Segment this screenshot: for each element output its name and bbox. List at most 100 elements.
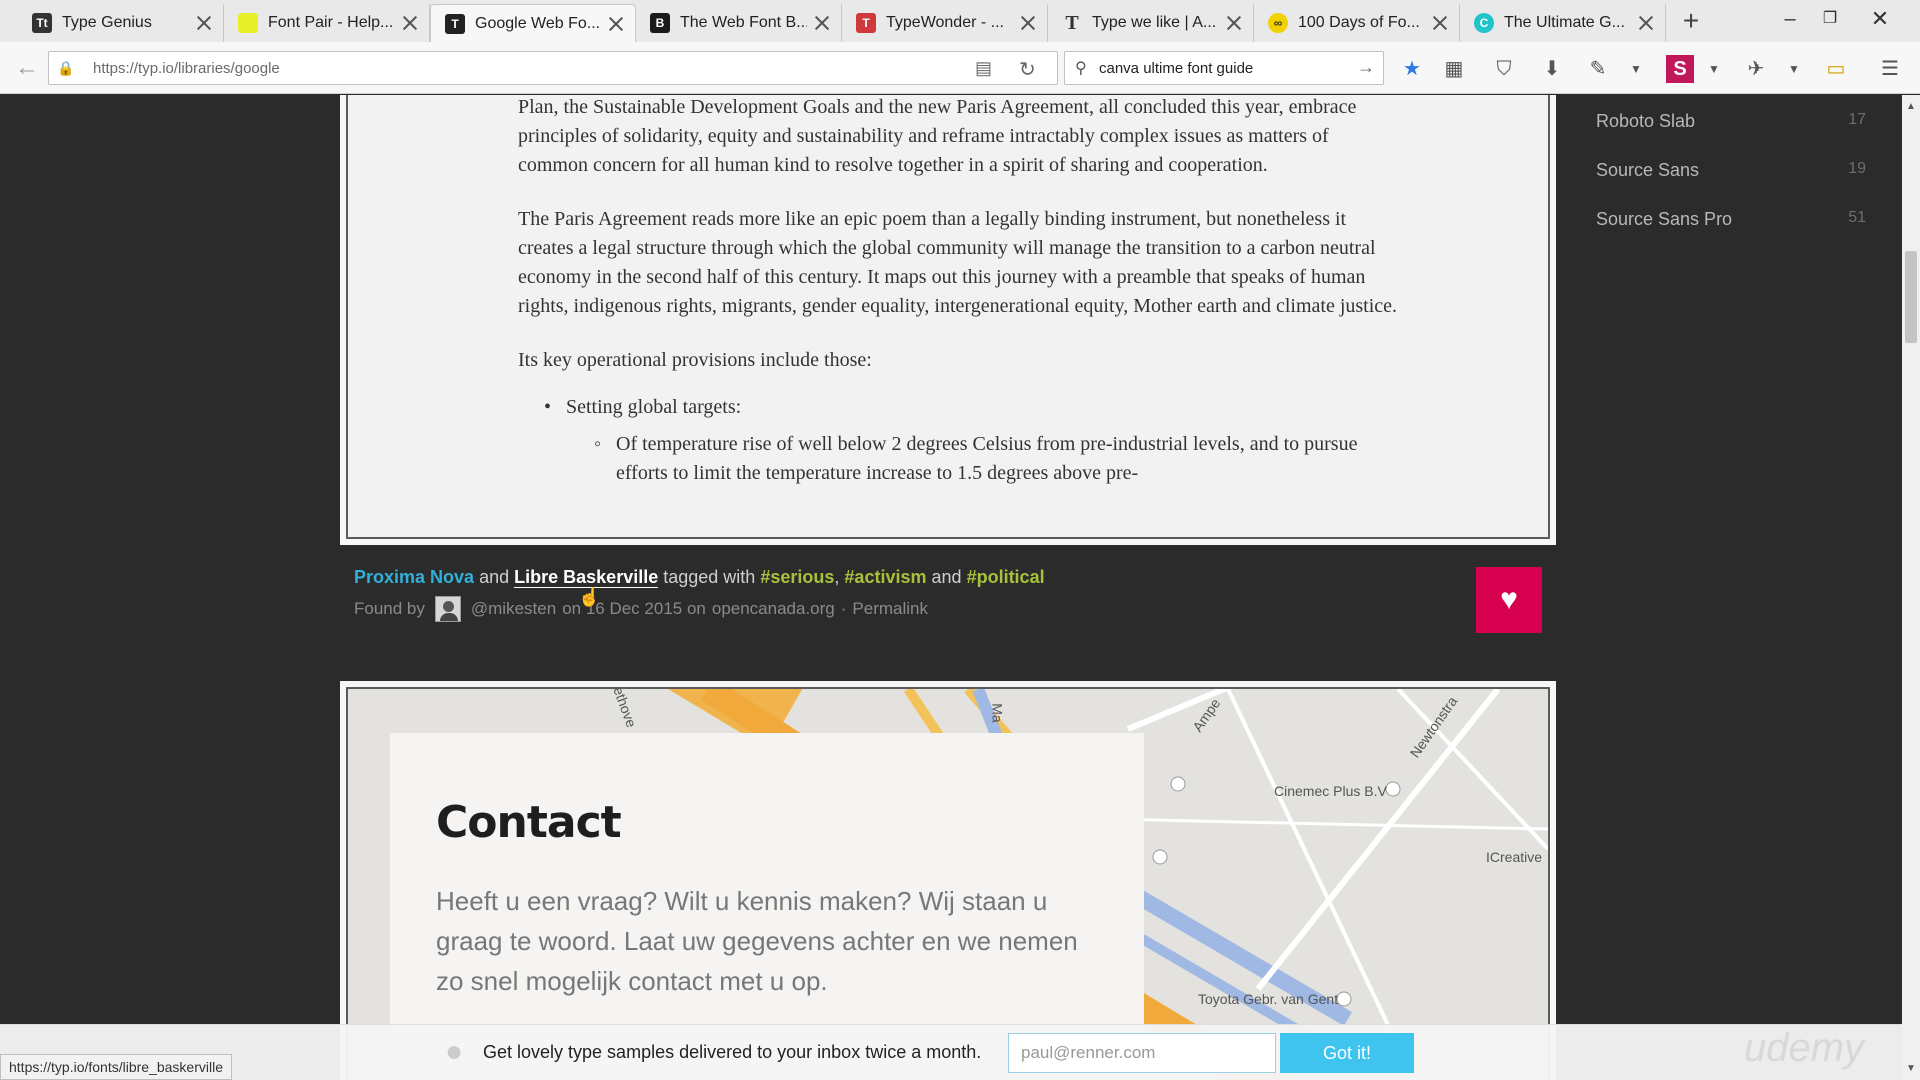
font-sample-card[interactable]: Plan, the Sustainable Development Goals … bbox=[340, 95, 1556, 545]
page-content: Plan, the Sustainable Development Goals … bbox=[0, 95, 1902, 1080]
close-window-icon[interactable]: ✕ bbox=[1858, 4, 1902, 34]
source-site-link[interactable]: opencanada.org bbox=[712, 599, 835, 619]
dropdown-chevron-icon[interactable]: ▼ bbox=[1622, 55, 1650, 83]
tab-title: Font Pair - Help... bbox=[268, 14, 394, 31]
page-scrollbar[interactable]: ▲ ▼ bbox=[1902, 95, 1920, 1080]
tab-title: Type we like | A... bbox=[1092, 14, 1217, 31]
bookmarks-list-icon[interactable]: ▦ bbox=[1440, 55, 1468, 83]
hamburger-menu-icon[interactable]: ☰ bbox=[1876, 55, 1904, 83]
sample-screenshot[interactable]: Cinemec Plus B.V ICreative Toyota Gebr. … bbox=[346, 687, 1550, 1080]
tab-title: The Ultimate G... bbox=[1504, 14, 1625, 31]
site-identity-icon[interactable]: 🔒 bbox=[57, 60, 74, 76]
tab-title: The Web Font B... bbox=[680, 14, 807, 31]
sample-screenshot[interactable]: Plan, the Sustainable Development Goals … bbox=[346, 95, 1550, 539]
pocket-icon[interactable]: ⛉ bbox=[1490, 55, 1518, 83]
close-tab-icon[interactable] bbox=[401, 14, 419, 32]
heart-icon: ♥ bbox=[1500, 583, 1518, 616]
search-icon: ⚲ bbox=[1075, 60, 1087, 77]
like-heart-button[interactable]: ♥ bbox=[1476, 567, 1542, 633]
hand-cursor-icon: ☝ bbox=[578, 587, 601, 607]
caption-fonts-and-tags: Proxima Nova and Libre Baskerville tagge… bbox=[354, 567, 1554, 588]
tab-100-days-of-fonts[interactable]: ∞ 100 Days of Fo... bbox=[1254, 4, 1460, 42]
download-arrow-icon[interactable]: ⬇ bbox=[1538, 55, 1566, 83]
dropdown-chevron-icon[interactable]: ▼ bbox=[1780, 55, 1808, 83]
eyedropper-icon[interactable]: ✎ bbox=[1584, 55, 1612, 83]
tab-type-genius[interactable]: Tt Type Genius bbox=[18, 4, 224, 42]
font-link-libre-baskerville[interactable]: Libre Baskerville bbox=[514, 567, 659, 588]
sidebar-item-source-sans-pro[interactable]: Source Sans Pro 51 bbox=[1596, 209, 1866, 230]
tab-google-web-fonts[interactable]: T Google Web Fo... bbox=[430, 4, 636, 42]
close-tab-icon[interactable] bbox=[195, 14, 213, 32]
caption-text: tagged with bbox=[663, 567, 756, 587]
tab-type-we-like[interactable]: T Type we like | A... bbox=[1048, 4, 1254, 42]
scroll-down-arrow-icon[interactable]: ▼ bbox=[1902, 1063, 1920, 1074]
minimize-window-icon[interactable]: – bbox=[1768, 4, 1812, 34]
tab-web-font-blog[interactable]: B The Web Font B... bbox=[636, 4, 842, 42]
sidebar-item-label: Roboto Slab bbox=[1596, 111, 1696, 131]
tag-link-serious[interactable]: #serious bbox=[760, 567, 834, 587]
tab-strip: Tt Type Genius Font Pair - Help... T Goo… bbox=[0, 0, 1920, 42]
scrollbar-thumb[interactable] bbox=[1905, 251, 1917, 343]
contact-text: Heeft u een vraag? Wilt u kennis maken? … bbox=[436, 886, 1078, 996]
font-link-proxima-nova[interactable]: Proxima Nova bbox=[354, 567, 474, 587]
new-tab-plus-icon[interactable]: + bbox=[1676, 6, 1706, 36]
font-sample-card[interactable]: Cinemec Plus B.V ICreative Toyota Gebr. … bbox=[340, 681, 1556, 1080]
sidebar-item-roboto-slab[interactable]: Roboto Slab 17 bbox=[1596, 111, 1866, 132]
dropdown-chevron-icon[interactable]: ▼ bbox=[1700, 55, 1728, 83]
sidebar-item-count: 19 bbox=[1848, 160, 1866, 177]
tab-font-pair[interactable]: Font Pair - Help... bbox=[224, 4, 430, 42]
tab-title: TypeWonder - ... bbox=[886, 14, 1004, 31]
sample-document-text: Plan, the Sustainable Development Goals … bbox=[518, 95, 1398, 488]
avatar[interactable] bbox=[434, 596, 461, 622]
tag-link-activism[interactable]: #activism bbox=[844, 567, 926, 587]
type-genius-favicon-icon: Tt bbox=[32, 13, 52, 33]
close-tab-icon[interactable] bbox=[1225, 14, 1243, 32]
sample-caption: Proxima Nova and Libre Baskerville tagge… bbox=[354, 567, 1554, 622]
back-arrow-icon[interactable]: ← bbox=[10, 51, 44, 85]
100-days-favicon-icon: ∞ bbox=[1268, 13, 1288, 33]
restore-window-icon[interactable]: ❐ bbox=[1808, 4, 1852, 34]
newsletter-text: Get lovely type samples delivered to you… bbox=[483, 1042, 982, 1062]
close-tab-icon[interactable] bbox=[1637, 14, 1655, 32]
close-tab-icon[interactable] bbox=[1019, 14, 1037, 32]
sidebar-item-label: Source Sans bbox=[1596, 160, 1700, 180]
scroll-up-arrow-icon[interactable]: ▲ bbox=[1902, 101, 1920, 112]
user-link[interactable]: @mikesten bbox=[471, 599, 556, 619]
extension-s-icon[interactable]: S bbox=[1666, 55, 1694, 83]
status-bar-url: https://typ.io/fonts/libre_baskerville bbox=[0, 1054, 232, 1080]
close-tab-icon[interactable] bbox=[1431, 14, 1449, 32]
typio-favicon-icon: T bbox=[445, 13, 465, 34]
contact-heading: Contact bbox=[436, 797, 622, 848]
close-tab-icon[interactable] bbox=[813, 14, 831, 32]
search-query[interactable]: canva ultime font guide bbox=[1099, 60, 1253, 77]
caption-text: and bbox=[479, 567, 510, 587]
search-bar[interactable]: ⚲ canva ultime font guide → bbox=[1064, 51, 1384, 85]
tag-link-political[interactable]: #political bbox=[967, 567, 1045, 587]
email-field[interactable] bbox=[1008, 1033, 1276, 1073]
permalink-link[interactable]: Permalink bbox=[852, 599, 928, 619]
canva-favicon-icon: C bbox=[1474, 13, 1494, 33]
sample-paragraph: Plan, the Sustainable Development Goals … bbox=[518, 96, 1357, 176]
sidebar-item-count: 51 bbox=[1848, 209, 1866, 226]
udemy-watermark: udemy bbox=[1744, 1026, 1865, 1070]
tab-typewonder[interactable]: T TypeWonder - ... bbox=[842, 4, 1048, 42]
reader-view-icon[interactable]: ▤ bbox=[975, 58, 992, 79]
sample-paragraph: The Paris Agreement reads more like an e… bbox=[518, 208, 1398, 317]
ruler-extension-icon[interactable]: ▭ bbox=[1822, 55, 1850, 83]
reload-icon[interactable]: ↻ bbox=[1019, 57, 1036, 82]
list-item: Of temperature rise of well below 2 degr… bbox=[518, 430, 1398, 488]
separator: · bbox=[840, 599, 847, 618]
address-bar[interactable]: 🔒 https://typ.io/libraries/google ▤ ↻ bbox=[48, 51, 1058, 85]
bookmark-star-icon[interactable]: ★ bbox=[1398, 55, 1426, 83]
close-tab-icon[interactable] bbox=[607, 15, 625, 33]
sidebar-item-source-sans[interactable]: Source Sans 19 bbox=[1596, 160, 1866, 181]
map-label: ICreative bbox=[1486, 849, 1543, 865]
search-go-arrow-icon[interactable]: → bbox=[1357, 57, 1375, 78]
tab-ultimate-guide[interactable]: C The Ultimate G... bbox=[1460, 4, 1666, 42]
extension-bird-icon[interactable]: ✈ bbox=[1742, 55, 1770, 83]
sample-paragraph: Its key operational provisions include t… bbox=[518, 349, 872, 371]
subscribe-button[interactable]: Got it! bbox=[1280, 1033, 1414, 1073]
caption-text: and bbox=[931, 567, 962, 587]
url-text[interactable]: https://typ.io/libraries/google bbox=[93, 60, 280, 77]
caption-attribution: Found by @mikesten on 16 Dec 2015 on ope… bbox=[354, 596, 1554, 622]
